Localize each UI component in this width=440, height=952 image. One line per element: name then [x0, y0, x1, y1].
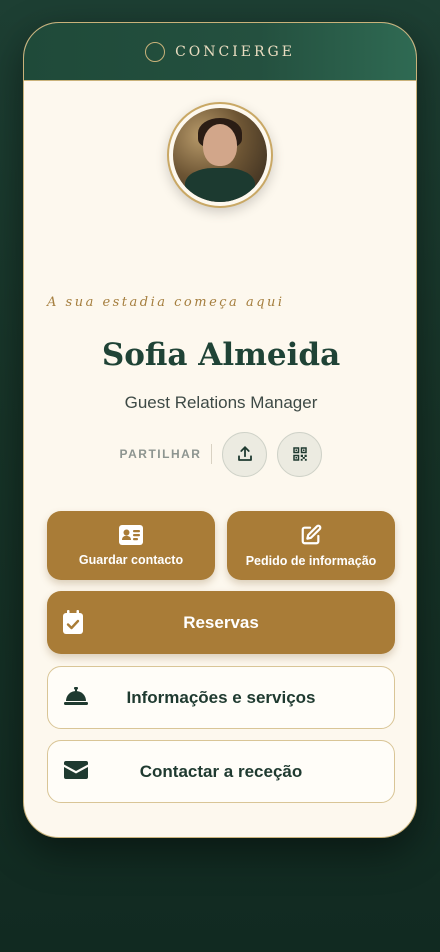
share-label: PARTILHAR	[119, 447, 202, 461]
share-button[interactable]	[222, 431, 268, 477]
profile-role: Guest Relations Manager	[124, 393, 318, 412]
info-services-button[interactable]: Informações e serviços	[47, 666, 395, 729]
avatar-photo	[173, 108, 267, 202]
tagline: A sua estadia começa aqui	[47, 295, 285, 310]
save-contact-button[interactable]: Guardar contacto	[47, 511, 215, 580]
header-bar: CONCIERGE	[24, 23, 416, 81]
save-contact-label: Guardar contacto	[78, 552, 184, 567]
profile-name: Sofia Almeida	[101, 337, 341, 373]
upload-icon	[238, 446, 252, 461]
qr-code-button[interactable]	[277, 431, 323, 477]
reservations-label: Reservas	[183, 612, 259, 632]
divider	[211, 444, 213, 464]
edit-icon	[301, 524, 322, 544]
share-row: PARTILHAR	[24, 431, 416, 477]
info-services-label: Informações e serviços	[126, 687, 316, 707]
avatar	[167, 102, 273, 208]
envelope-icon	[64, 761, 88, 779]
brand-title: CONCIERGE	[175, 43, 295, 60]
contact-reception-button[interactable]: Contactar a receção	[47, 740, 395, 803]
qr-code-icon	[293, 447, 307, 461]
info-request-label: Pedido de informação	[245, 553, 377, 568]
info-request-button[interactable]: Pedido de informação	[227, 511, 395, 580]
contact-card-icon	[119, 524, 143, 545]
contact-reception-label: Contactar a receção	[139, 761, 303, 781]
profile-card: CONCIERGE A sua estadia começa aqui Sofi…	[23, 22, 417, 838]
brand-ring-icon	[145, 41, 166, 62]
concierge-bell-icon	[64, 687, 88, 705]
reservations-button[interactable]: Reservas	[47, 591, 395, 654]
calendar-check-icon	[63, 610, 83, 634]
